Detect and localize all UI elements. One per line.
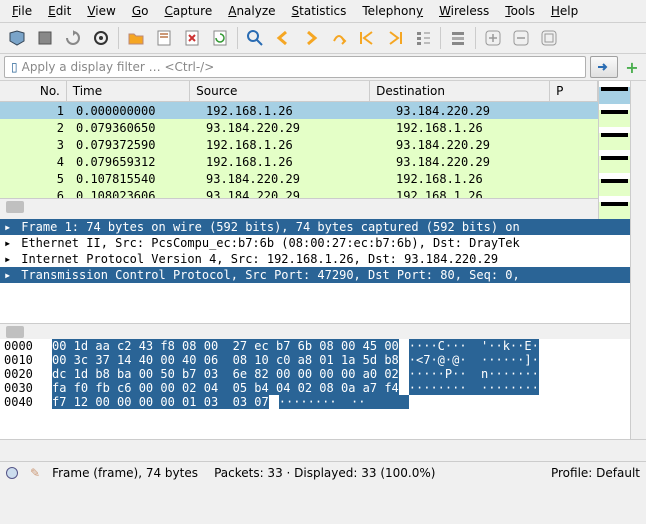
autoscroll-icon[interactable] bbox=[410, 25, 436, 51]
menu-edit[interactable]: Edit bbox=[40, 2, 79, 20]
menu-statistics[interactable]: Statistics bbox=[284, 2, 355, 20]
capture-stop-icon[interactable] bbox=[32, 25, 58, 51]
packet-details: ▸ Frame 1: 74 bytes on wire (592 bits), … bbox=[0, 219, 630, 339]
menu-view[interactable]: View bbox=[79, 2, 123, 20]
reload-icon[interactable] bbox=[207, 25, 233, 51]
col-header-protocol[interactable]: P bbox=[550, 81, 598, 101]
status-packets: Packets: 33 · Displayed: 33 (100.0%) bbox=[214, 466, 539, 480]
col-header-no[interactable]: No. bbox=[0, 81, 67, 101]
filter-placeholder: Apply a display filter … <Ctrl-/> bbox=[22, 60, 215, 74]
jump-icon[interactable] bbox=[326, 25, 352, 51]
hex-vscroll[interactable] bbox=[630, 339, 646, 439]
first-packet-icon[interactable] bbox=[354, 25, 380, 51]
next-packet-icon[interactable] bbox=[298, 25, 324, 51]
packet-list: No. Time Source Destination P 10.0000000… bbox=[0, 81, 598, 213]
display-filter-input[interactable]: ▯ Apply a display filter … <Ctrl-/> bbox=[4, 56, 586, 78]
packet-row[interactable]: 40.079659312192.168.1.2693.184.220.29 bbox=[0, 153, 598, 170]
expression-button[interactable] bbox=[590, 56, 618, 78]
details-hscroll[interactable] bbox=[0, 323, 630, 339]
detail-line[interactable]: ▸ Transmission Control Protocol, Src Por… bbox=[0, 267, 630, 283]
packet-row[interactable]: 60.10802360693.184.220.29192.168.1.26 bbox=[0, 187, 598, 198]
menu-go[interactable]: Go bbox=[124, 2, 157, 20]
zoom-out-icon[interactable] bbox=[508, 25, 534, 51]
capture-restart-icon[interactable] bbox=[60, 25, 86, 51]
expert-info-icon[interactable] bbox=[6, 467, 18, 479]
packet-list-hscroll[interactable] bbox=[0, 198, 598, 213]
zoom-in-icon[interactable] bbox=[480, 25, 506, 51]
menu-capture[interactable]: Capture bbox=[156, 2, 220, 20]
filter-bar: ▯ Apply a display filter … <Ctrl-/> + bbox=[0, 54, 646, 81]
hex-row[interactable]: 0030fa f0 fb c6 00 00 02 04 05 b4 04 02 … bbox=[0, 381, 630, 395]
col-header-source[interactable]: Source bbox=[190, 81, 370, 101]
packet-list-header: No. Time Source Destination P bbox=[0, 81, 598, 102]
colorize-icon[interactable] bbox=[445, 25, 471, 51]
details-vscroll[interactable] bbox=[630, 219, 646, 339]
zoom-reset-icon[interactable] bbox=[536, 25, 562, 51]
packet-list-vscroll[interactable] bbox=[630, 81, 646, 219]
hex-row[interactable]: 0020dc 1d b8 ba 00 50 b7 03 6e 82 00 00 … bbox=[0, 367, 630, 381]
hex-pane[interactable]: 000000 1d aa c2 43 f8 08 00 27 ec b7 6b … bbox=[0, 339, 630, 439]
packet-row[interactable]: 50.10781554093.184.220.29192.168.1.26 bbox=[0, 170, 598, 187]
menu-tools[interactable]: Tools bbox=[497, 2, 543, 20]
open-file-icon[interactable] bbox=[123, 25, 149, 51]
packet-minimap[interactable] bbox=[598, 81, 630, 219]
status-frame: Frame (frame), 74 bytes bbox=[52, 466, 202, 480]
packet-row[interactable]: 20.07936065093.184.220.29192.168.1.26 bbox=[0, 119, 598, 136]
menu-file[interactable]: File bbox=[4, 2, 40, 20]
last-packet-icon[interactable] bbox=[382, 25, 408, 51]
status-profile[interactable]: Profile: Default bbox=[551, 466, 640, 480]
hex-row[interactable]: 000000 1d aa c2 43 f8 08 00 27 ec b7 6b … bbox=[0, 339, 630, 353]
menu-help[interactable]: Help bbox=[543, 2, 586, 20]
capture-start-icon[interactable] bbox=[4, 25, 30, 51]
packet-row[interactable]: 30.079372590192.168.1.2693.184.220.29 bbox=[0, 136, 598, 153]
detail-line[interactable]: ▸ Internet Protocol Version 4, Src: 192.… bbox=[0, 251, 630, 267]
hex-row[interactable]: 001000 3c 37 14 40 00 40 06 08 10 c0 a8 … bbox=[0, 353, 630, 367]
find-icon[interactable] bbox=[242, 25, 268, 51]
byte-view-tabs[interactable] bbox=[0, 439, 646, 461]
packet-row[interactable]: 10.000000000192.168.1.2693.184.220.29 bbox=[0, 102, 598, 119]
col-header-time[interactable]: Time bbox=[67, 81, 190, 101]
detail-line[interactable]: ▸ Frame 1: 74 bytes on wire (592 bits), … bbox=[0, 219, 630, 235]
hex-row[interactable]: 0040f7 12 00 00 00 00 01 03 03 07·······… bbox=[0, 395, 630, 409]
capture-options-icon[interactable] bbox=[88, 25, 114, 51]
prev-packet-icon[interactable] bbox=[270, 25, 296, 51]
menu-analyze[interactable]: Analyze bbox=[220, 2, 283, 20]
capture-file-properties-icon[interactable]: ✎ bbox=[30, 466, 40, 480]
menubar: File Edit View Go Capture Analyze Statis… bbox=[0, 0, 646, 23]
col-header-destination[interactable]: Destination bbox=[370, 81, 550, 101]
add-filter-button[interactable]: + bbox=[622, 56, 642, 78]
menu-telephony[interactable]: Telephony bbox=[354, 2, 431, 20]
toolbar bbox=[0, 23, 646, 54]
detail-line[interactable]: ▸ Ethernet II, Src: PcsCompu_ec:b7:6b (0… bbox=[0, 235, 630, 251]
bookmark-icon[interactable]: ▯ bbox=[11, 60, 18, 74]
close-file-icon[interactable] bbox=[179, 25, 205, 51]
menu-wireless[interactable]: Wireless bbox=[431, 2, 497, 20]
save-file-icon[interactable] bbox=[151, 25, 177, 51]
statusbar: ✎ Frame (frame), 74 bytes Packets: 33 · … bbox=[0, 461, 646, 483]
